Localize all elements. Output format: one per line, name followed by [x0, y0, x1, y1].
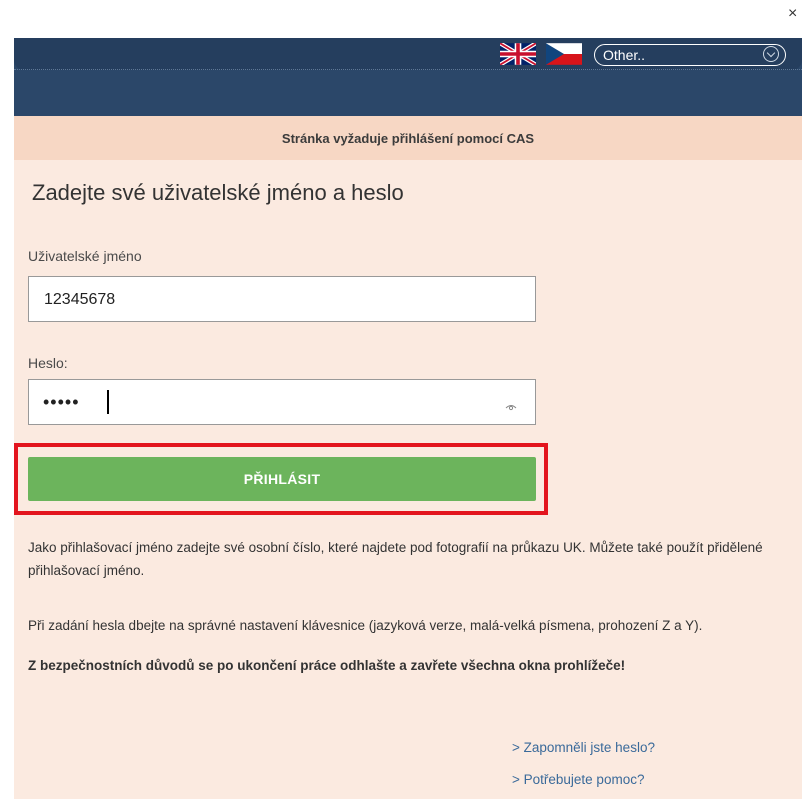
password-field[interactable]: •••••	[28, 379, 536, 425]
cas-banner: Stránka vyžaduje přihlášení pomocí CAS	[14, 116, 802, 160]
site-header: Other..	[14, 38, 802, 116]
text-caret	[107, 390, 109, 414]
info-username-hint: Jako přihlašovací jméno zadejte své osob…	[28, 540, 763, 578]
login-panel: Stránka vyžaduje přihlášení pomocí CAS Z…	[14, 116, 802, 799]
password-label: Heslo:	[28, 355, 68, 371]
language-select-value: Other..	[603, 47, 646, 63]
info-keyboard-hint: Při zadání hesla dbejte na správné nasta…	[28, 618, 703, 633]
security-warning: Z bezpečnostních důvodů se po ukončení p…	[28, 658, 626, 673]
form-title: Zadejte své uživatelské jméno a heslo	[32, 180, 404, 205]
cz-flag-icon[interactable]	[546, 43, 582, 65]
header-divider	[14, 69, 802, 71]
need-help-link[interactable]: > Potřebujete pomoc?	[512, 772, 644, 787]
close-icon[interactable]: ×	[788, 6, 797, 22]
username-field[interactable]: 12345678	[28, 276, 536, 322]
eye-icon[interactable]	[505, 398, 517, 411]
forgot-password-link[interactable]: > Zapomněli jste heslo?	[512, 740, 655, 755]
username-label: Uživatelské jméno	[28, 248, 142, 264]
password-masked-value: •••••	[43, 392, 80, 412]
chevron-down-icon	[763, 46, 779, 62]
login-button[interactable]: PŘIHLÁSIT	[28, 457, 536, 501]
language-select[interactable]: Other..	[594, 44, 786, 66]
username-value: 12345678	[44, 291, 116, 308]
uk-flag-icon[interactable]	[500, 43, 536, 65]
